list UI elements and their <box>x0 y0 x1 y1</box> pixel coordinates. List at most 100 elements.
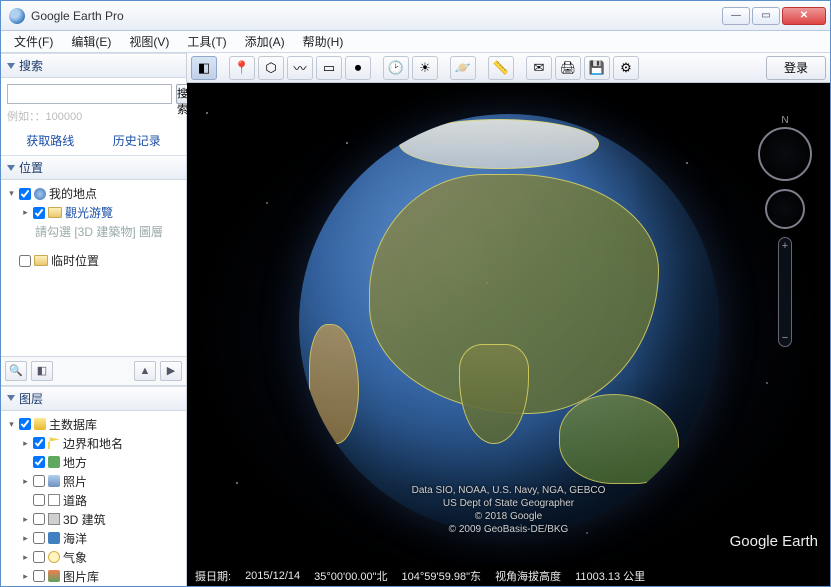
layer-label: 道路 <box>63 492 87 509</box>
search-places-button[interactable]: 🔍 <box>5 361 27 381</box>
sunlight-button[interactable]: ☀ <box>412 56 438 80</box>
status-lon: 104°59'59.98"东 <box>402 568 482 584</box>
layer-checkbox[interactable] <box>19 418 31 430</box>
layer-checkbox[interactable] <box>33 475 45 487</box>
compass-control[interactable]: N <box>758 127 812 181</box>
view-kml-button[interactable]: ⚙ <box>613 56 639 80</box>
planet-button[interactable]: 🪐 <box>450 56 476 80</box>
history-button[interactable]: 🕑 <box>383 56 409 80</box>
land-africa <box>309 324 359 444</box>
polygon-button[interactable]: ⬡ <box>258 56 284 80</box>
layer-checkbox[interactable] <box>33 532 45 544</box>
layer-item[interactable]: ▸ 图片库 <box>7 567 180 586</box>
menu-file[interactable]: 文件(F) <box>5 31 62 52</box>
expand-icon[interactable]: ▸ <box>21 553 30 562</box>
pan-control[interactable] <box>765 189 805 229</box>
places-checkbox[interactable] <box>33 207 45 219</box>
menu-add[interactable]: 添加(A) <box>236 31 294 52</box>
window-buttons: — ▭ ✕ <box>722 7 826 25</box>
expand-icon[interactable]: ▸ <box>21 534 30 543</box>
layer-checkbox[interactable] <box>33 456 45 468</box>
places-checkbox[interactable] <box>19 255 31 267</box>
expand-icon[interactable]: ▾ <box>7 420 16 429</box>
folder-icon <box>34 255 48 266</box>
places-item-sightseeing[interactable]: ▸ 觀光游覽 <box>7 203 180 222</box>
expand-icon[interactable]: ▸ <box>21 477 30 486</box>
status-date-label: 摄日期: <box>195 568 231 584</box>
add-folder-button[interactable]: ▲ <box>134 361 156 381</box>
expand-icon[interactable] <box>21 496 30 505</box>
expand-icon[interactable]: ▸ <box>21 515 30 524</box>
layer-checkbox[interactable] <box>33 494 45 506</box>
zoom-slider[interactable] <box>778 237 792 347</box>
places-item-hint: 請勾選 [3D 建築物] 圖層 <box>7 222 180 241</box>
layer-item[interactable]: ▸ 气象 <box>7 548 180 567</box>
print-button[interactable]: 🖨 <box>555 56 581 80</box>
layer-label: 照片 <box>63 473 87 490</box>
delete-button[interactable]: ▶ <box>160 361 182 381</box>
places-checkbox[interactable] <box>19 188 31 200</box>
expand-icon[interactable]: ▾ <box>7 189 16 198</box>
search-panel-header[interactable]: 搜索 <box>1 53 186 78</box>
ruler-button[interactable]: 📏 <box>488 56 514 80</box>
login-button[interactable]: 登录 <box>766 56 826 80</box>
search-hint: 例如：：100000 <box>7 108 180 124</box>
save-image-button[interactable]: 💾 <box>584 56 610 80</box>
menubar: 文件(F) 编辑(E) 视图(V) 工具(T) 添加(A) 帮助(H) <box>1 31 830 53</box>
earth-globe[interactable] <box>299 114 719 534</box>
maximize-button[interactable]: ▭ <box>752 7 780 25</box>
land-arctic <box>399 119 599 169</box>
menu-tools[interactable]: 工具(T) <box>178 31 235 52</box>
layer-label: 气象 <box>63 549 87 566</box>
layer-item[interactable]: ▾主数据库 <box>7 415 180 434</box>
layer-checkbox[interactable] <box>33 437 45 449</box>
layer-checkbox[interactable] <box>33 513 45 525</box>
layer-checkbox[interactable] <box>33 570 45 582</box>
places-panel-header[interactable]: 位置 <box>1 155 186 180</box>
places-item-temp[interactable]: 临时位置 <box>7 251 180 270</box>
layer-label: 图片库 <box>63 568 99 585</box>
status-alt: 11003.13 公里 <box>575 568 645 584</box>
path-button[interactable]: 〰 <box>287 56 313 80</box>
li-3d-icon <box>48 513 60 525</box>
email-button[interactable]: ✉ <box>526 56 552 80</box>
expand-icon[interactable]: ▸ <box>21 572 30 581</box>
history-link[interactable]: 历史记录 <box>113 132 161 149</box>
search-input[interactable] <box>7 84 172 104</box>
expand-icon[interactable] <box>21 458 30 467</box>
places-item-label: 觀光游覽 <box>65 204 113 221</box>
layer-item[interactable]: 道路 <box>7 491 180 510</box>
get-directions-link[interactable]: 获取路线 <box>26 132 74 149</box>
placemark-button[interactable]: 📍 <box>229 56 255 80</box>
expand-icon[interactable] <box>7 256 16 265</box>
expand-icon[interactable]: ▸ <box>21 439 30 448</box>
layer-item[interactable]: ▸边界和地名 <box>7 434 180 453</box>
close-button[interactable]: ✕ <box>782 7 826 25</box>
layer-item[interactable]: ▸ 3D 建筑 <box>7 510 180 529</box>
layer-item[interactable]: ▸海洋 <box>7 529 180 548</box>
menu-help[interactable]: 帮助(H) <box>294 31 353 52</box>
layer-checkbox[interactable] <box>33 551 45 563</box>
menu-view[interactable]: 视图(V) <box>120 31 178 52</box>
minimize-button[interactable]: — <box>722 7 750 25</box>
places-item-myplaces[interactable]: ▾ 我的地点 <box>7 184 180 203</box>
window-title: Google Earth Pro <box>31 9 722 23</box>
toggle-sidebar-button[interactable]: ◧ <box>191 56 217 80</box>
record-tour-button[interactable]: ⏺ <box>345 56 371 80</box>
collapse-icon <box>7 395 15 401</box>
places-item-label: 我的地点 <box>49 185 97 202</box>
status-date: 2015/12/14 <box>245 570 300 582</box>
menu-edit[interactable]: 编辑(E) <box>62 31 120 52</box>
expand-icon[interactable]: ▸ <box>21 208 30 217</box>
layer-item[interactable]: ▸全球意识 <box>7 586 180 587</box>
layer-item[interactable]: ▸ 照片 <box>7 472 180 491</box>
toggle-panel-button[interactable]: ◧ <box>31 361 53 381</box>
layer-item[interactable]: 地方 <box>7 453 180 472</box>
layers-panel-header[interactable]: 图层 <box>1 386 186 411</box>
main-area: ◧ 📍 ⬡ 〰 ▭ ⏺ 🕑 ☀ 🪐 📏 ✉ 🖨 💾 ⚙ 登录 <box>187 53 830 586</box>
status-bar: 摄日期: 2015/12/14 35°00'00.00"北 104°59'59.… <box>187 566 830 586</box>
layer-label: 3D 建筑 <box>63 511 106 528</box>
search-panel-title: 搜索 <box>19 57 43 74</box>
globe-viewport[interactable]: Data SIO, NOAA, U.S. Navy, NGA, GEBCO US… <box>187 83 830 586</box>
image-overlay-button[interactable]: ▭ <box>316 56 342 80</box>
